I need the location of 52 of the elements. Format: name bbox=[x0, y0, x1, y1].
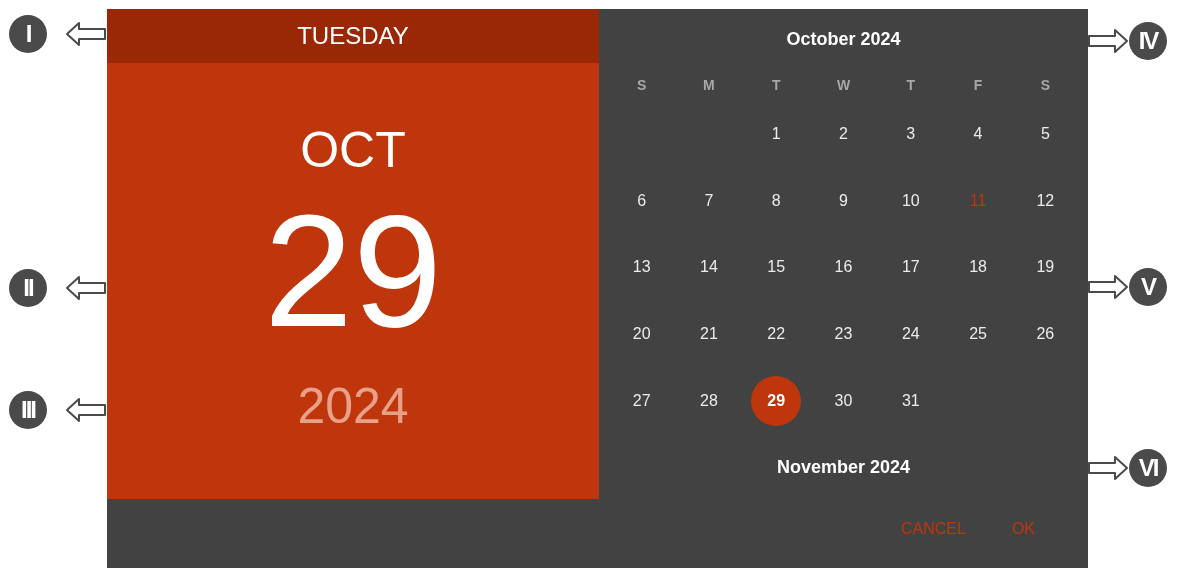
weekday-label: T bbox=[905, 75, 917, 95]
calendar-day[interactable]: 18 bbox=[969, 255, 987, 280]
calendar-day[interactable]: 5 bbox=[1040, 122, 1050, 147]
weekday-label: W bbox=[835, 75, 852, 95]
calendar-day[interactable]: 24 bbox=[901, 322, 920, 347]
calendar-day[interactable]: 3 bbox=[906, 122, 916, 147]
calendar-day[interactable]: 8 bbox=[771, 188, 781, 213]
calendar-day[interactable]: 23 bbox=[834, 322, 853, 347]
calendar-day[interactable]: 6 bbox=[637, 188, 647, 213]
calendar-day[interactable]: 22 bbox=[767, 322, 786, 347]
calendar-day[interactable]: 31 bbox=[901, 388, 920, 413]
calendar-day[interactable]: 28 bbox=[700, 388, 718, 413]
calendar-day[interactable]: 26 bbox=[1036, 322, 1055, 347]
callout-number: VI bbox=[1129, 449, 1167, 487]
calendar-day[interactable]: 15 bbox=[767, 255, 786, 280]
arrow-icon bbox=[66, 397, 106, 423]
arrow-icon bbox=[66, 21, 106, 47]
calendar-day[interactable]: 17 bbox=[901, 255, 920, 280]
month-text: OCT bbox=[300, 123, 406, 177]
calendar-day[interactable]: 12 bbox=[1036, 188, 1055, 213]
calendar-day[interactable]: 7 bbox=[704, 188, 714, 213]
calendar-day[interactable]: 2 bbox=[839, 122, 848, 147]
calendar-day[interactable]: 29 bbox=[751, 375, 802, 426]
weekday-label: S bbox=[1039, 75, 1051, 95]
calendar-day[interactable]: 1 bbox=[771, 122, 781, 147]
calendar-day[interactable]: 9 bbox=[839, 188, 848, 213]
calendar-day[interactable]: 21 bbox=[700, 322, 718, 347]
next-month-title: November 2024 bbox=[775, 456, 912, 480]
weekday-label: F bbox=[972, 75, 984, 95]
weekday-header: TUESDAY bbox=[107, 9, 599, 63]
day-text: 29 bbox=[264, 191, 442, 351]
arrow-icon bbox=[66, 275, 106, 301]
calendar-day[interactable]: 16 bbox=[834, 255, 853, 280]
calendar-day[interactable]: 27 bbox=[632, 388, 651, 413]
calendar-day[interactable]: 30 bbox=[834, 388, 853, 413]
weekday-label: T bbox=[770, 75, 782, 95]
calendar-day[interactable]: 25 bbox=[969, 322, 987, 347]
calendar-day[interactable]: 19 bbox=[1036, 255, 1055, 280]
callout-number: I bbox=[9, 15, 47, 53]
callout-number: III bbox=[9, 391, 47, 429]
calendar-day[interactable]: 13 bbox=[632, 255, 651, 280]
calendar-day[interactable]: 4 bbox=[973, 122, 983, 147]
weekday-label: M bbox=[702, 75, 716, 95]
callout-number: II bbox=[9, 269, 47, 307]
calendar-day[interactable]: 14 bbox=[700, 255, 718, 280]
weekday-label: S bbox=[635, 75, 648, 95]
month-title: October 2024 bbox=[785, 27, 902, 51]
callout-number: V bbox=[1129, 268, 1167, 306]
year-text: 2024 bbox=[297, 381, 409, 431]
callout-number: IV bbox=[1129, 22, 1167, 60]
calendar-day[interactable]: 20 bbox=[632, 322, 651, 347]
calendar-day[interactable]: 10 bbox=[901, 188, 920, 213]
